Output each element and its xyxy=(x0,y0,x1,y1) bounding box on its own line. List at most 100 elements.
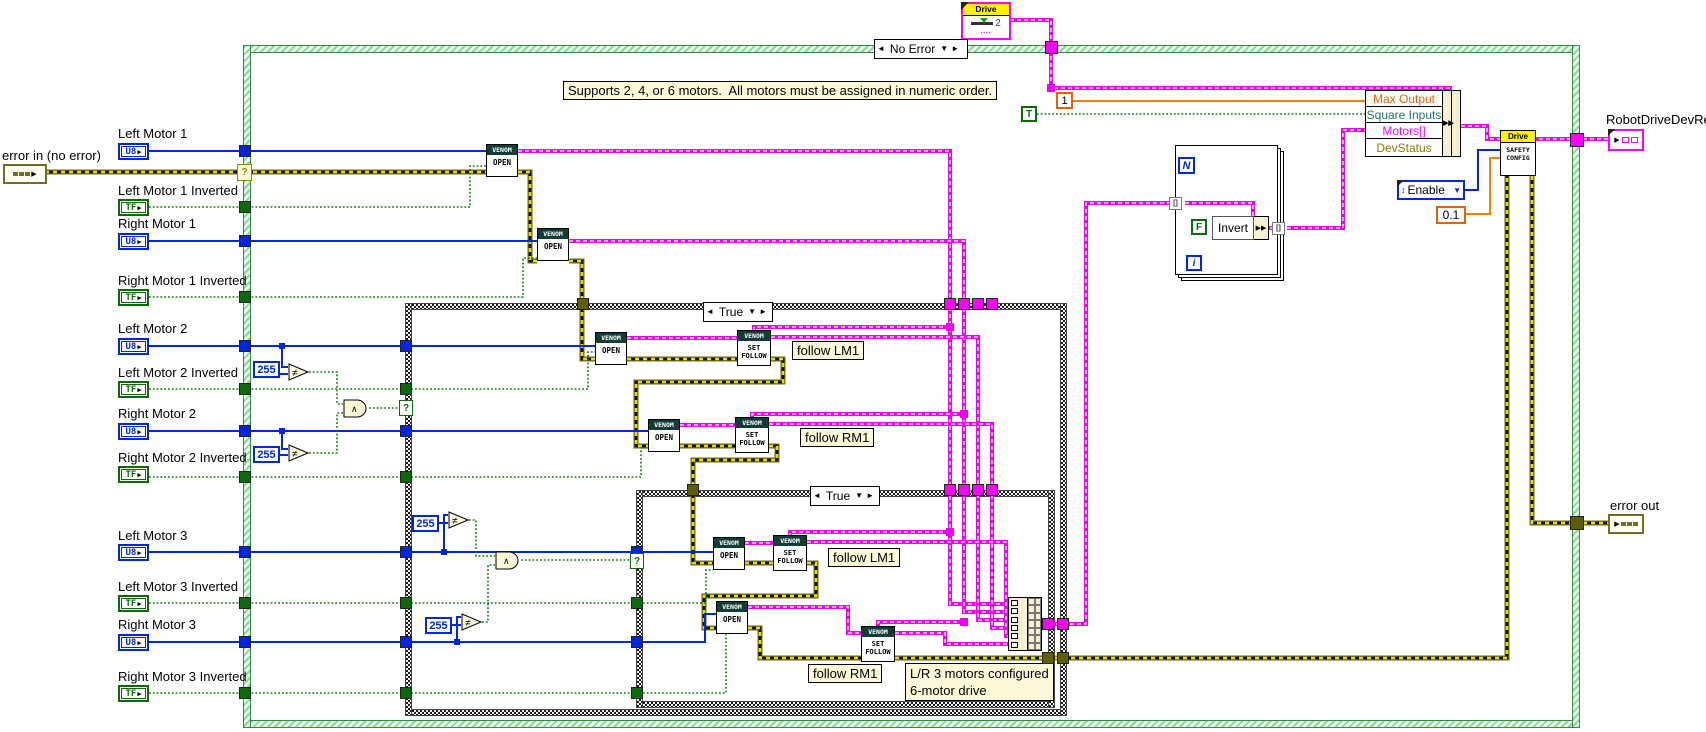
tunnel xyxy=(400,687,412,699)
typedef-fold-icon xyxy=(1397,180,1404,187)
and-gate-1[interactable]: ∧ xyxy=(343,399,370,423)
const-255-1[interactable]: 255 xyxy=(253,361,280,378)
follow-lm1-label-2[interactable]: follow LM1 xyxy=(828,548,901,567)
case-next-icon[interactable]: ► xyxy=(759,308,767,316)
tunnel xyxy=(1057,652,1069,664)
invert-bundle-node[interactable]: Invert ▶▶ xyxy=(1212,216,1269,240)
venom-open-label: OPEN xyxy=(601,346,621,355)
and-gate-2[interactable]: ∧ xyxy=(495,551,522,575)
venom-set-label: SET xyxy=(871,640,885,648)
left-motor3-inverted-terminal[interactable]: TF ▶ xyxy=(118,595,149,612)
venom-open6-vi[interactable]: VENOM OPEN xyxy=(716,601,748,634)
venom-open5-vi[interactable]: VENOM OPEN xyxy=(713,537,745,570)
enable-enum-constant[interactable]: ↕ Enable ▼ xyxy=(1397,180,1465,200)
bundle-field-devstatus[interactable]: DevStatus xyxy=(1365,138,1443,157)
case-prev-icon[interactable]: ◄ xyxy=(706,308,714,316)
venom-open-label: OPEN xyxy=(719,551,739,560)
venom-follow-label: FOLLOW xyxy=(865,648,891,656)
case-prev-icon[interactable]: ◄ xyxy=(813,492,821,500)
left-motor1-inverted-terminal[interactable]: TF ▶ xyxy=(118,199,149,216)
enum-dropdown-icon[interactable]: ▼ xyxy=(1453,186,1461,195)
left-motor3-label: Left Motor 3 xyxy=(118,528,188,543)
venom-follow-label: FOLLOW xyxy=(777,557,803,565)
note-line1: L/R 3 motors configured xyxy=(910,666,1049,681)
build-array-grid-icon xyxy=(1027,598,1041,650)
tunnel xyxy=(239,235,251,247)
loop-tunnel-in[interactable]: [] xyxy=(1169,197,1182,210)
typedef-fold-icon xyxy=(1608,129,1615,136)
const-255-3[interactable]: 255 xyxy=(412,515,439,532)
venom-setfollow2-vi[interactable]: VENOM SET FOLLOW xyxy=(735,417,769,453)
loop-tunnel-out[interactable]: [] xyxy=(1272,222,1285,235)
svg-text:∧: ∧ xyxy=(351,404,358,414)
case-dropdown-icon[interactable]: ▼ xyxy=(748,308,756,316)
tunnel xyxy=(986,484,998,496)
typedef-fold-icon xyxy=(961,2,969,10)
diagram-comment[interactable]: Supports 2, 4, or 6 motors. All motors m… xyxy=(563,81,998,100)
const-true[interactable]: T xyxy=(1021,106,1037,122)
case-dropdown-icon[interactable]: ▼ xyxy=(940,45,948,53)
right-motor1-inverted-terminal[interactable]: TF ▶ xyxy=(118,289,149,306)
left-motor3-terminal[interactable]: U8 ▶ xyxy=(118,544,149,561)
inner-case2-selector[interactable]: ◄ True ▼ ► xyxy=(810,486,880,506)
venom-setfollow1-vi[interactable]: VENOM SET FOLLOW xyxy=(737,330,771,366)
tunnel xyxy=(400,425,412,437)
drive-cluster-constant[interactable]: Drive 2 ▪▪▪▪ xyxy=(961,2,1011,40)
case-prev-icon[interactable]: ◄ xyxy=(877,45,885,53)
const-255-2[interactable]: 255 xyxy=(253,446,280,463)
inner-case2-selector-terminal: ? xyxy=(630,553,644,569)
configuration-note[interactable]: L/R 3 motors configured 6-motor drive xyxy=(905,663,1054,701)
bundle-field-square-inputs[interactable]: Square Inputs xyxy=(1365,106,1443,123)
svg-text:∧: ∧ xyxy=(503,556,510,566)
const-255-4[interactable]: 255 xyxy=(425,617,452,634)
left-motor1-terminal[interactable]: U8 ▶ xyxy=(118,143,149,160)
tunnel xyxy=(944,298,956,310)
bundle-field-motors[interactable]: Motors[] xyxy=(1365,122,1443,139)
venom-header: VENOM xyxy=(714,538,744,548)
tunnel xyxy=(239,425,251,437)
venom-open1-vi[interactable]: VENOM OPEN xyxy=(486,144,518,177)
left-motor2-inverted-terminal[interactable]: TF ▶ xyxy=(118,381,149,398)
right-motor2-terminal[interactable]: U8 ▶ xyxy=(118,423,149,440)
loop-count-terminal[interactable]: N xyxy=(1178,157,1195,174)
not-equal-node-4[interactable]: ≠ xyxy=(461,613,483,636)
right-motor1-inverted-label: Right Motor 1 Inverted xyxy=(118,273,247,288)
case-next-icon[interactable]: ► xyxy=(866,492,874,500)
right-motor1-terminal[interactable]: U8 ▶ xyxy=(118,233,149,250)
not-equal-node-1[interactable]: ≠ xyxy=(288,363,310,386)
venom-open2-vi[interactable]: VENOM OPEN xyxy=(537,228,569,261)
safety-line2: CONFIG xyxy=(1506,154,1530,162)
venom-open4-vi[interactable]: VENOM OPEN xyxy=(648,419,680,452)
const-deadband[interactable]: 0.1 xyxy=(1436,206,1466,224)
venom-open3-vi[interactable]: VENOM OPEN xyxy=(595,332,627,365)
left-motor2-label: Left Motor 2 xyxy=(118,321,188,336)
left-motor2-terminal[interactable]: U8 ▶ xyxy=(118,338,149,355)
right-motor3-inverted-label: Right Motor 3 Inverted xyxy=(118,669,247,684)
follow-lm1-label-1[interactable]: follow LM1 xyxy=(792,341,865,360)
error-in-terminal[interactable]: ▶ xyxy=(3,164,47,184)
error-out-terminal[interactable]: ▶ xyxy=(1608,514,1644,534)
venom-header: VENOM xyxy=(596,333,626,343)
loop-iteration-terminal[interactable]: i xyxy=(1186,255,1202,271)
case-next-icon[interactable]: ► xyxy=(951,45,959,53)
const-false[interactable]: F xyxy=(1191,219,1207,235)
venom-open-label: OPEN xyxy=(654,433,674,442)
follow-rm1-label-1[interactable]: follow RM1 xyxy=(800,428,875,447)
case-selector-label: True xyxy=(825,489,851,503)
bundle-field-max-output[interactable]: Max Output xyxy=(1365,90,1443,107)
follow-rm1-label-2[interactable]: follow RM1 xyxy=(808,664,883,683)
right-motor3-terminal[interactable]: U8 ▶ xyxy=(118,634,149,651)
venom-setfollow3-vi[interactable]: VENOM SET FOLLOW xyxy=(773,535,807,571)
drive-safety-config-vi[interactable]: Drive SAFETY CONFIG xyxy=(1500,130,1536,176)
not-equal-node-3[interactable]: ≠ xyxy=(448,511,470,534)
right-motor2-inverted-terminal[interactable]: TF ▶ xyxy=(118,466,149,483)
not-equal-node-2[interactable]: ≠ xyxy=(288,444,310,467)
const-1[interactable]: 1 xyxy=(1056,92,1073,109)
outer-case-selector[interactable]: ◄ No Error ▼ ► xyxy=(874,39,968,59)
robot-ref-terminal[interactable]: ▶ xyxy=(1608,129,1644,151)
right-motor3-inverted-terminal[interactable]: TF ▶ xyxy=(118,685,149,702)
build-array-node[interactable] xyxy=(1008,597,1042,651)
case-dropdown-icon[interactable]: ▼ xyxy=(855,492,863,500)
inner-case1-selector[interactable]: ◄ True ▼ ► xyxy=(703,302,773,322)
venom-setfollow4-vi[interactable]: VENOM SET FOLLOW xyxy=(861,626,895,662)
